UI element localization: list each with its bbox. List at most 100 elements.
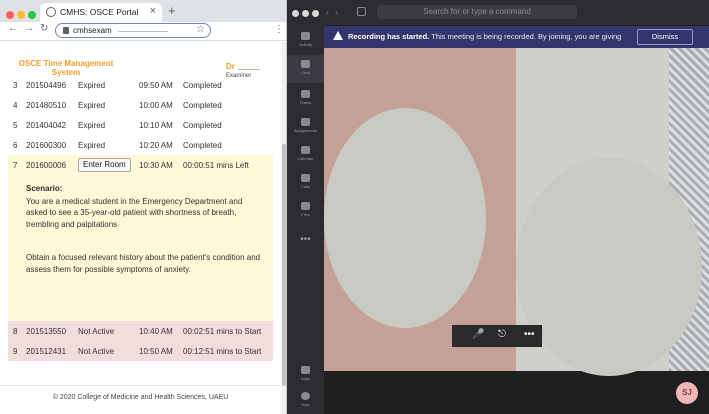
rail-item-assignments[interactable]: Assignments xyxy=(287,113,324,141)
page-footer: © 2020 College of Medicine and Health Sc… xyxy=(52,394,229,401)
rail-item-teams[interactable]: Teams xyxy=(287,85,324,113)
row-time: 10:50 AM xyxy=(139,347,173,356)
rail-item-files[interactable]: Files xyxy=(287,197,324,225)
banner-title: Recording has started. xyxy=(348,32,430,41)
minimize-window-button[interactable] xyxy=(17,11,25,19)
student-id: 201512431 xyxy=(26,347,67,356)
enter-room-button[interactable]: Enter Room xyxy=(78,158,131,172)
mic-off-icon[interactable]: 🎤 xyxy=(472,329,484,340)
history-arrows-icon[interactable]: ‹› xyxy=(326,7,344,17)
row-state: Completed xyxy=(183,121,222,130)
row-number: 7 xyxy=(13,161,18,170)
minimize-window-button[interactable] xyxy=(302,10,309,17)
rail-label: Assignments xyxy=(294,128,317,133)
row-state: Completed xyxy=(183,141,222,150)
rail-label: Activity xyxy=(299,42,312,47)
student-id: 201480510 xyxy=(26,101,67,110)
file-icon xyxy=(301,202,310,210)
rail-label: Help xyxy=(301,402,310,407)
new-tab-button[interactable]: + xyxy=(168,3,176,18)
close-tab-icon[interactable]: × xyxy=(150,5,156,17)
browser-menu-icon[interactable]: ⋮ xyxy=(274,24,284,35)
call-controls: 🎤 ⎋ ••• xyxy=(452,325,542,347)
row-state: Completed xyxy=(183,101,222,110)
calendar-icon xyxy=(301,146,310,154)
browser-tab[interactable]: CMHS: OSCE Portal × xyxy=(40,3,162,22)
rail-label: Chat xyxy=(301,70,310,75)
scrollbar-thumb[interactable] xyxy=(282,144,286,386)
lock-icon xyxy=(63,27,69,34)
row-status: Not Active xyxy=(78,327,115,336)
help-icon xyxy=(301,392,310,400)
assignments-icon xyxy=(301,118,310,126)
banner-text: This meeting is being recorded. By joini… xyxy=(431,32,623,41)
teams-window-controls xyxy=(292,4,322,22)
video-stage xyxy=(324,48,709,376)
more-apps-icon[interactable]: ••• xyxy=(287,229,324,257)
warning-icon xyxy=(333,31,343,40)
chat-icon xyxy=(301,60,310,68)
schedule-table: 3 201504496 Expired 09:50 AM Completed 4… xyxy=(8,75,273,361)
rail-item-chat[interactable]: Chat xyxy=(287,55,324,83)
table-row: 3 201504496 Expired 09:50 AM Completed xyxy=(8,75,273,95)
table-row: 4 201480510 Expired 10:00 AM Completed xyxy=(8,95,273,115)
address-bar[interactable]: cmhsexam ☆ xyxy=(55,23,211,38)
browser-toolbar: ← → ↻ cmhsexam ☆ ⋮ xyxy=(0,22,286,41)
maximize-window-button[interactable] xyxy=(28,11,36,19)
rail-label: Calls xyxy=(301,184,310,189)
rail-item-apps[interactable]: Apps xyxy=(287,361,324,389)
scenario-text: You are a medical student in the Emergen… xyxy=(26,196,243,229)
phone-icon xyxy=(301,174,310,182)
dismiss-button[interactable]: Dismiss xyxy=(637,29,693,45)
share-screen-icon[interactable]: ⎋ xyxy=(498,329,506,340)
student-id: 201600300 xyxy=(26,141,67,150)
face-blur-left xyxy=(324,108,486,328)
browser-window: CMHS: OSCE Portal × + ← → ↻ cmhsexam ☆ ⋮… xyxy=(0,0,287,414)
close-window-button[interactable] xyxy=(292,10,299,17)
row-number: 4 xyxy=(13,101,18,110)
forward-arrow-icon[interactable]: → xyxy=(24,23,34,34)
time-left: 00:00:51 mins Left xyxy=(183,161,249,170)
rail-item-calls[interactable]: Calls xyxy=(287,169,324,197)
teams-titlebar: ‹› Search for or type a command xyxy=(287,0,709,25)
apps-icon xyxy=(301,366,310,374)
recording-banner: Recording has started. This meeting is b… xyxy=(324,26,709,48)
row-status: Not Active xyxy=(78,347,115,356)
globe-icon xyxy=(46,7,56,17)
row-status: Expired xyxy=(78,141,106,150)
rail-item-calendar[interactable]: Calendar xyxy=(287,141,324,169)
rail-label: Apps xyxy=(300,376,311,381)
banner-message: Recording has started. This meeting is b… xyxy=(348,32,623,41)
student-id: 201600006 xyxy=(26,161,67,170)
bookmark-star-icon[interactable]: ☆ xyxy=(196,24,205,35)
student-id: 201504496 xyxy=(26,81,67,90)
search-placeholder: Search for or type a command xyxy=(423,7,531,16)
rail-item-activity[interactable]: Activity xyxy=(287,27,324,55)
active-row: 7 201600006 Enter Room 10:30 AM 00:00:51… xyxy=(8,155,273,175)
examiner-name: Dr xyxy=(226,62,235,71)
student-id: 201513550 xyxy=(26,327,67,336)
row-number: 9 xyxy=(13,347,18,356)
footer-divider xyxy=(0,385,281,386)
more-options-icon[interactable]: ••• xyxy=(524,329,535,340)
rail-label: Calendar xyxy=(297,156,314,161)
teams-icon xyxy=(301,90,310,98)
row-time: 10:10 AM xyxy=(139,121,173,130)
table-row: 5 201404042 Expired 10:10 AM Completed xyxy=(8,115,273,135)
bell-icon xyxy=(301,32,310,40)
rail-item-help[interactable]: Help xyxy=(287,387,324,414)
command-search-bar[interactable]: Search for or type a command xyxy=(377,5,577,19)
row-number: 5 xyxy=(13,121,18,130)
row-number: 3 xyxy=(13,81,18,90)
avatar[interactable]: SJ xyxy=(676,382,698,404)
compose-icon[interactable] xyxy=(357,7,366,16)
student-id: 201404042 xyxy=(26,121,67,130)
close-window-button[interactable] xyxy=(6,11,14,19)
maximize-window-button[interactable] xyxy=(312,10,319,17)
row-status: Expired xyxy=(78,121,106,130)
scenario-task: Obtain a focused relevant history about … xyxy=(26,253,261,274)
scenario-label: Scenario: xyxy=(26,184,63,193)
back-arrow-icon[interactable]: ← xyxy=(8,23,18,34)
table-row: 9 201512431 Not Active 10:50 AM 00:12:51… xyxy=(8,341,273,361)
reload-icon[interactable]: ↻ xyxy=(40,23,48,34)
